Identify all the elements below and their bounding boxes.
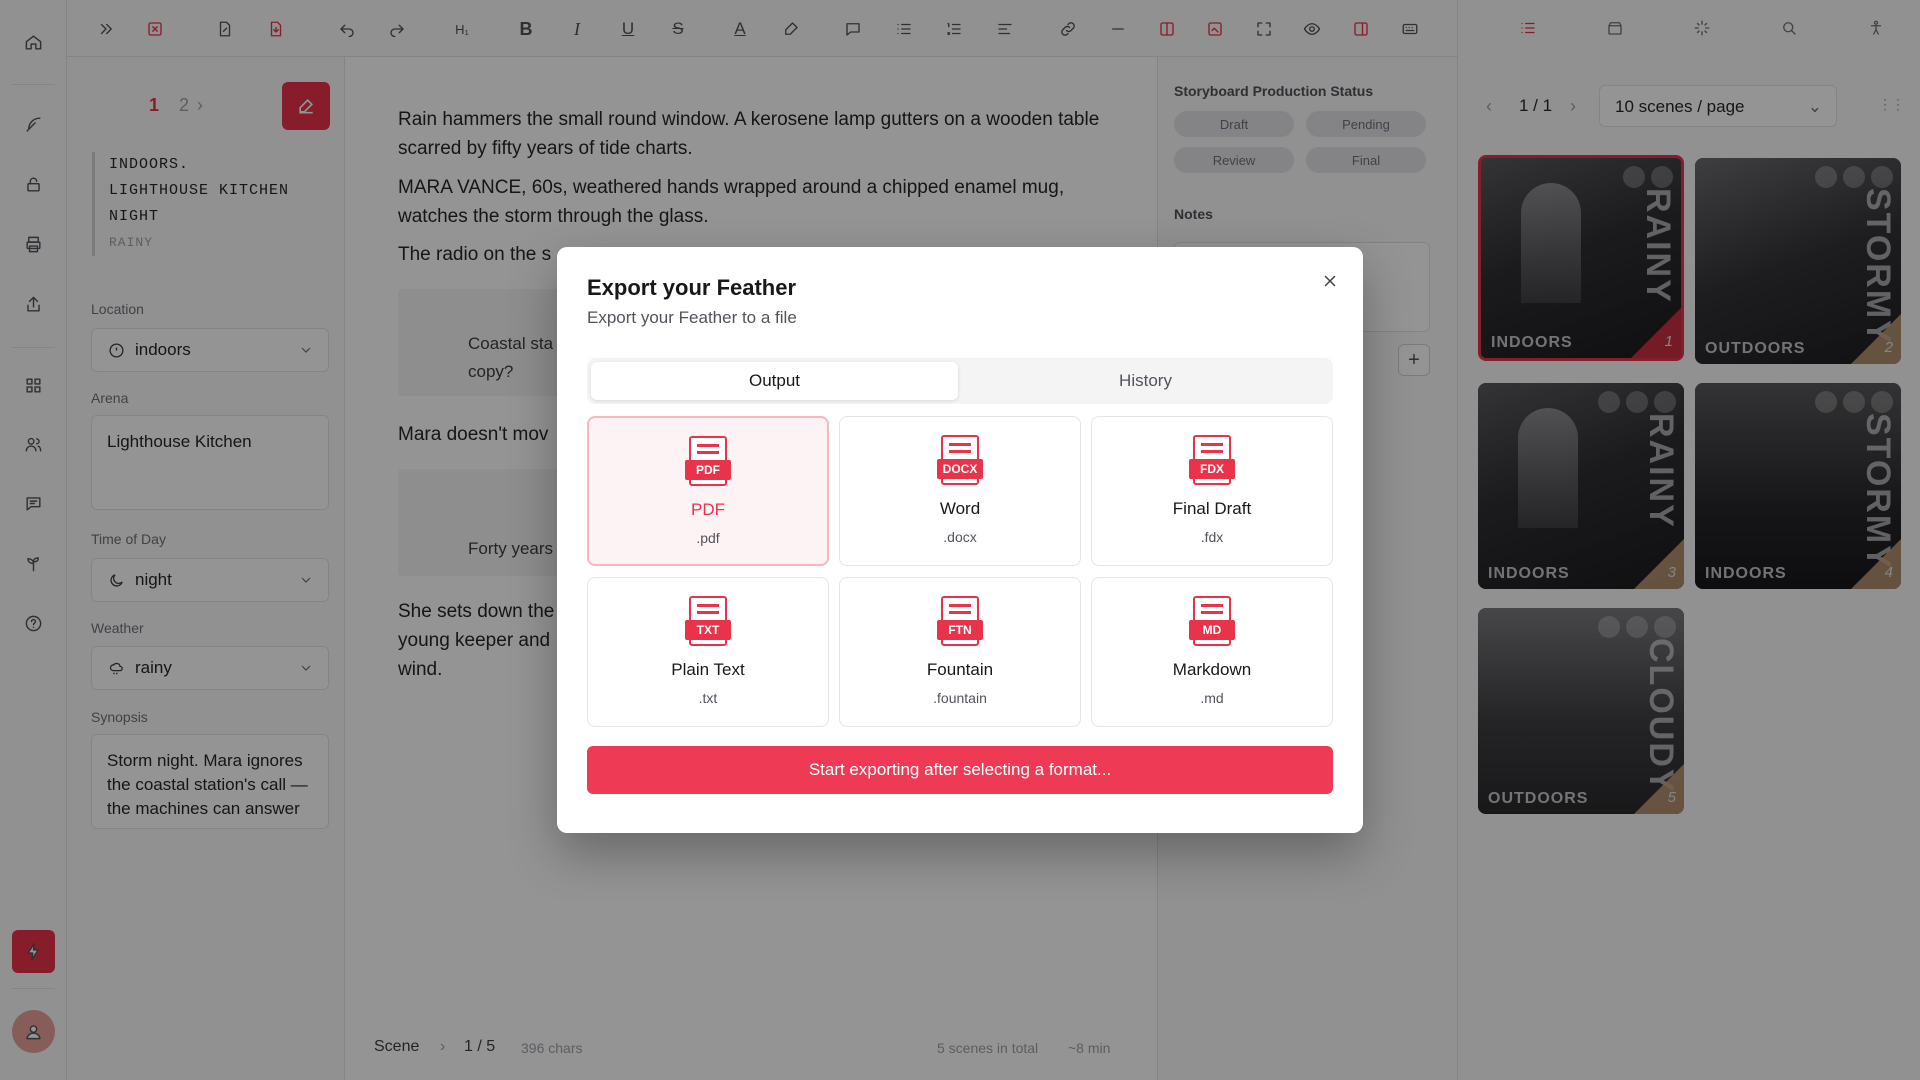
start-export-button[interactable]: Start exporting after selecting a format… [587, 746, 1333, 794]
format-markdown[interactable]: MD Markdown .md [1091, 577, 1333, 727]
md-file-icon: MD [1189, 596, 1235, 648]
format-ext: .fountain [933, 690, 987, 706]
export-dialog: Export your Feather Export your Feather … [557, 247, 1363, 833]
format-ext: .pdf [696, 530, 720, 546]
txt-file-icon: TXT [685, 596, 731, 648]
format-name: Final Draft [1172, 499, 1252, 518]
docx-file-icon: DOCX [937, 435, 983, 487]
format-badge: FTN [937, 620, 983, 640]
format-fountain[interactable]: FTN Fountain .fountain [839, 577, 1081, 727]
pdf-file-icon: PDF [685, 436, 731, 488]
tab-output[interactable]: Output [591, 362, 958, 400]
format-pdf[interactable]: PDF PDF .pdf [587, 416, 829, 566]
format-word[interactable]: DOCX Word .docx [839, 416, 1081, 566]
format-ext: .txt [698, 690, 718, 706]
format-final-draft[interactable]: FDX Final Draft .fdx [1091, 416, 1333, 566]
format-name: Fountain [926, 660, 994, 679]
tab-history[interactable]: History [962, 362, 1329, 400]
format-ext: .md [1200, 690, 1224, 706]
format-name: Markdown [1172, 660, 1252, 679]
export-tabs: Output History [587, 358, 1333, 404]
close-icon[interactable] [1316, 267, 1344, 295]
format-badge: TXT [685, 620, 731, 640]
format-name: Word [939, 499, 981, 518]
format-badge: MD [1189, 620, 1235, 640]
fdx-file-icon: FDX [1189, 435, 1235, 487]
format-badge: FDX [1189, 459, 1235, 479]
ftn-file-icon: FTN [937, 596, 983, 648]
format-ext: .fdx [1200, 529, 1224, 545]
format-badge: PDF [685, 460, 731, 480]
format-plain-text[interactable]: TXT Plain Text .txt [587, 577, 829, 727]
format-ext: .docx [943, 529, 977, 545]
dialog-title: Export your Feather [587, 275, 797, 300]
dialog-subtitle: Export your Feather to a file [587, 308, 797, 327]
format-name: Plain Text [671, 660, 745, 679]
format-name: PDF [691, 500, 725, 519]
format-badge: DOCX [937, 459, 983, 479]
app-root: H₁ B I U S A 1 2 › INDOORS. LIGHTHOUSE K… [0, 0, 1920, 1080]
